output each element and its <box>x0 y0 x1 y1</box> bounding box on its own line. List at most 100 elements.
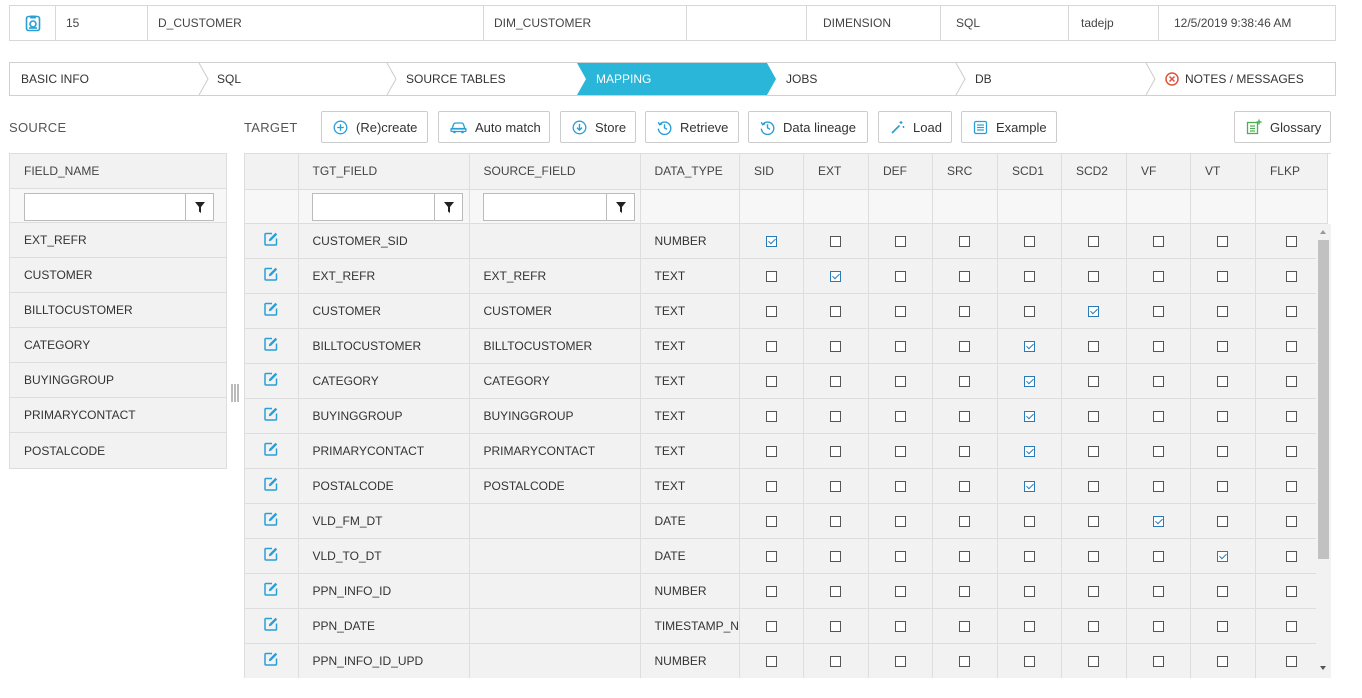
scd1-checkbox[interactable] <box>1023 235 1035 247</box>
scd1-checkbox[interactable] <box>1023 585 1035 597</box>
mapping-row[interactable]: PPN_INFO_ID_UPD NUMBER <box>245 643 1328 678</box>
def-checkbox[interactable] <box>894 235 906 247</box>
ext-checkbox[interactable] <box>830 480 842 492</box>
scroll-up-arrow-icon[interactable] <box>1320 230 1326 234</box>
edit-icon[interactable] <box>264 407 278 421</box>
scd1-checkbox[interactable] <box>1023 445 1035 457</box>
def-checkbox[interactable] <box>894 655 906 667</box>
edit-icon[interactable] <box>264 582 278 596</box>
def-checkbox[interactable] <box>894 375 906 387</box>
sid-checkbox[interactable] <box>765 375 777 387</box>
scd1-checkbox[interactable] <box>1023 305 1035 317</box>
step-mapping[interactable]: MAPPING <box>596 63 651 95</box>
source-filter-button[interactable] <box>185 194 213 220</box>
vt-checkbox[interactable] <box>1217 305 1229 317</box>
flkp-checkbox[interactable] <box>1285 270 1297 282</box>
scd2-checkbox[interactable] <box>1088 410 1100 422</box>
mapping-row[interactable]: EXT_REFR EXT_REFR TEXT <box>245 258 1328 294</box>
flkp-checkbox[interactable] <box>1285 305 1297 317</box>
ext-checkbox[interactable] <box>830 235 842 247</box>
ext-checkbox[interactable] <box>830 340 842 352</box>
flkp-checkbox[interactable] <box>1285 235 1297 247</box>
ext-checkbox[interactable] <box>830 585 842 597</box>
scd1-checkbox[interactable] <box>1023 515 1035 527</box>
scd2-checkbox[interactable] <box>1088 445 1100 457</box>
mapping-row[interactable]: POSTALCODE POSTALCODE TEXT <box>245 468 1328 504</box>
scd1-checkbox[interactable] <box>1023 480 1035 492</box>
mapping-row[interactable]: PRIMARYCONTACT PRIMARYCONTACT TEXT <box>245 433 1328 469</box>
vf-checkbox[interactable] <box>1152 480 1164 492</box>
scd2-checkbox[interactable] <box>1088 235 1100 247</box>
vt-checkbox[interactable] <box>1217 270 1229 282</box>
scrollbar-thumb[interactable] <box>1318 240 1329 559</box>
vf-checkbox[interactable] <box>1152 620 1164 632</box>
vt-checkbox[interactable] <box>1217 620 1229 632</box>
vf-checkbox[interactable] <box>1152 655 1164 667</box>
source-field-item[interactable]: PRIMARYCONTACT <box>10 398 226 433</box>
sid-checkbox[interactable] <box>765 340 777 352</box>
retrieve-button[interactable]: Retrieve <box>645 111 739 143</box>
src-checkbox[interactable] <box>959 515 971 527</box>
src-checkbox[interactable] <box>959 655 971 667</box>
step-notes-messages[interactable]: NOTES / MESSAGES <box>1165 63 1304 95</box>
tgt-field-filter-button[interactable] <box>434 194 462 220</box>
ext-checkbox[interactable] <box>830 445 842 457</box>
def-checkbox[interactable] <box>894 550 906 562</box>
vt-checkbox[interactable] <box>1217 410 1229 422</box>
vf-checkbox[interactable] <box>1152 585 1164 597</box>
source-field-filter-button[interactable] <box>606 194 634 220</box>
src-checkbox[interactable] <box>959 410 971 422</box>
vf-checkbox[interactable] <box>1152 375 1164 387</box>
step-db[interactable]: DB <box>975 63 992 95</box>
step-source-tables[interactable]: SOURCE TABLES <box>406 63 506 95</box>
sid-checkbox[interactable] <box>765 270 777 282</box>
col-header-vf[interactable]: VF <box>1126 154 1191 190</box>
scd2-checkbox[interactable] <box>1088 270 1100 282</box>
src-checkbox[interactable] <box>959 235 971 247</box>
vf-checkbox[interactable] <box>1152 340 1164 352</box>
src-checkbox[interactable] <box>959 340 971 352</box>
edit-icon[interactable] <box>264 442 278 456</box>
mapping-row[interactable]: PPN_INFO_ID NUMBER <box>245 573 1328 609</box>
flkp-checkbox[interactable] <box>1285 585 1297 597</box>
sid-checkbox[interactable] <box>765 305 777 317</box>
step-basic-info[interactable]: BASIC INFO <box>21 63 89 95</box>
ext-checkbox[interactable] <box>830 515 842 527</box>
sid-checkbox[interactable] <box>765 410 777 422</box>
col-header-src[interactable]: SRC <box>932 154 998 190</box>
step-sql[interactable]: SQL <box>217 63 241 95</box>
scd1-checkbox[interactable] <box>1023 550 1035 562</box>
scd2-checkbox[interactable] <box>1088 515 1100 527</box>
col-header-sid[interactable]: SID <box>739 154 804 190</box>
def-checkbox[interactable] <box>894 410 906 422</box>
edit-icon[interactable] <box>264 267 278 281</box>
auto-match-button[interactable]: Auto match <box>438 111 550 143</box>
flkp-checkbox[interactable] <box>1285 515 1297 527</box>
src-checkbox[interactable] <box>959 270 971 282</box>
vf-checkbox[interactable] <box>1152 270 1164 282</box>
panel-splitter-handle[interactable] <box>230 384 240 402</box>
def-checkbox[interactable] <box>894 480 906 492</box>
scd1-checkbox[interactable] <box>1023 270 1035 282</box>
vt-checkbox[interactable] <box>1217 480 1229 492</box>
scd2-checkbox[interactable] <box>1088 550 1100 562</box>
scd1-checkbox[interactable] <box>1023 375 1035 387</box>
scd1-checkbox[interactable] <box>1023 410 1035 422</box>
scd2-checkbox[interactable] <box>1088 305 1100 317</box>
vt-checkbox[interactable] <box>1217 585 1229 597</box>
recreate-button[interactable]: (Re)create <box>321 111 428 143</box>
flkp-checkbox[interactable] <box>1285 550 1297 562</box>
load-button[interactable]: Load <box>878 111 952 143</box>
src-checkbox[interactable] <box>959 480 971 492</box>
source-field-item[interactable]: BILLTOCUSTOMER <box>10 293 226 328</box>
sid-checkbox[interactable] <box>765 585 777 597</box>
scroll-down-arrow-icon[interactable] <box>1320 666 1326 670</box>
vt-checkbox[interactable] <box>1217 235 1229 247</box>
vt-checkbox[interactable] <box>1217 375 1229 387</box>
scd2-checkbox[interactable] <box>1088 585 1100 597</box>
src-checkbox[interactable] <box>959 375 971 387</box>
vf-checkbox[interactable] <box>1152 305 1164 317</box>
mapping-row[interactable]: CUSTOMER_SID NUMBER <box>245 223 1328 259</box>
source-column-header[interactable]: FIELD_NAME <box>10 154 226 189</box>
edit-icon[interactable] <box>264 547 278 561</box>
